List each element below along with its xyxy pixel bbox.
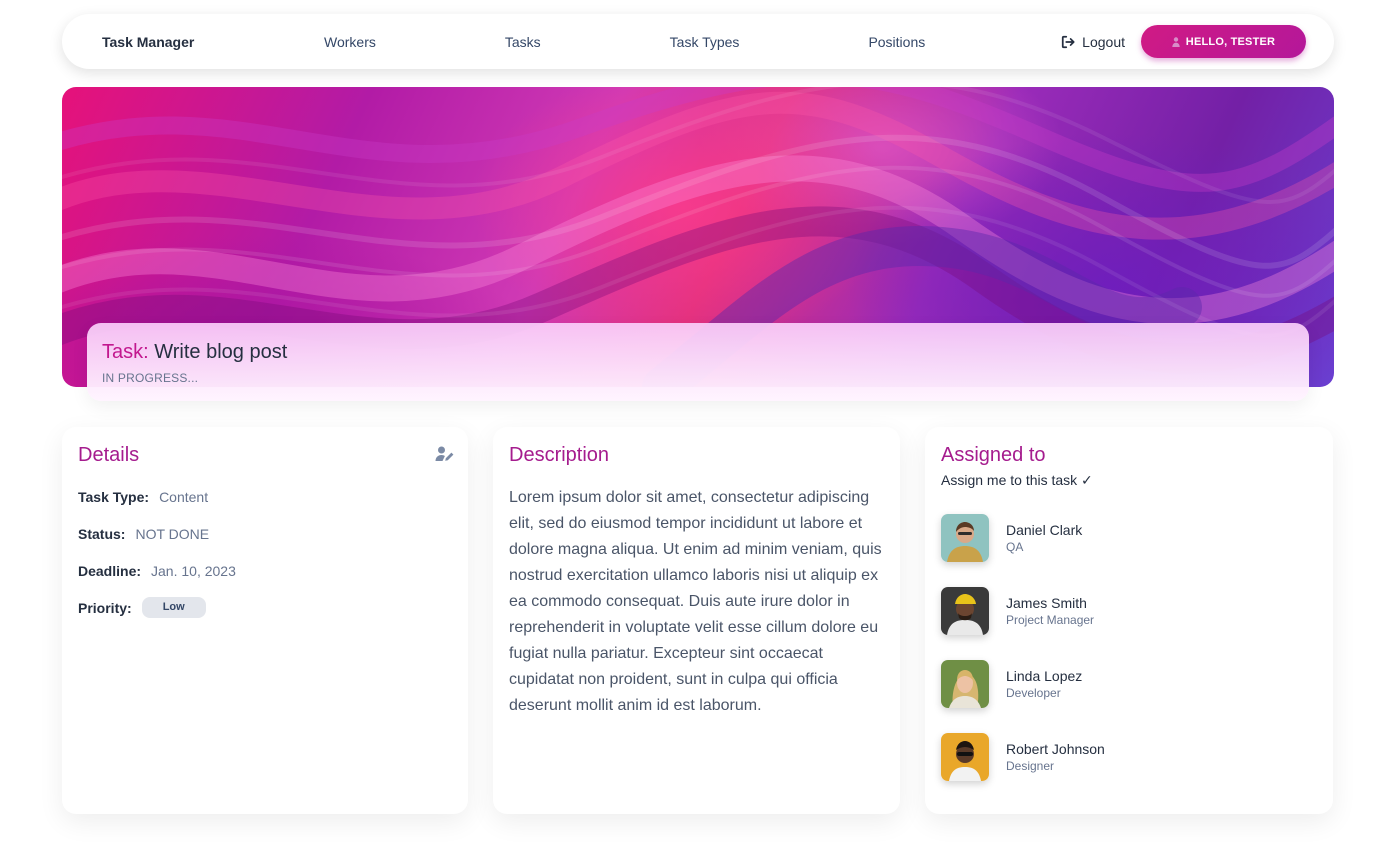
assignee-info: Daniel Clark QA xyxy=(1006,521,1082,556)
assignee-item[interactable]: Daniel Clark QA xyxy=(941,514,1317,562)
detail-row-task-type: Task Type: Content xyxy=(78,485,452,508)
user-greeting-label: HELLO, TESTER xyxy=(1185,35,1276,48)
assignee-name: Robert Johnson xyxy=(1006,740,1105,757)
avatar-photo-linda xyxy=(941,660,989,708)
assignee-name: James Smith xyxy=(1006,594,1087,611)
assigned-card: Assigned to Assign me to this task ✓ Dan… xyxy=(925,427,1333,814)
detail-value: Jan. 10, 2023 xyxy=(151,562,236,579)
assignee-name: Daniel Clark xyxy=(1006,521,1083,538)
assigned-heading: Assigned to xyxy=(941,444,1046,466)
user-icon xyxy=(1172,36,1180,47)
assign-me-link[interactable]: Assign me to this task ✓ xyxy=(941,472,1317,489)
nav-links: Workers Tasks Task Types Positions xyxy=(272,34,1061,50)
details-heading: Details xyxy=(78,444,140,466)
nav-link-workers[interactable]: Workers xyxy=(324,34,376,50)
avatar xyxy=(941,514,989,562)
brand-link[interactable]: Task Manager xyxy=(102,34,272,50)
avatar-photo-daniel xyxy=(941,514,989,562)
assignee-info: Robert Johnson Designer xyxy=(1006,740,1105,775)
detail-key: Task Type: xyxy=(78,488,150,505)
avatar xyxy=(941,587,989,635)
detail-row-priority: Priority: Low xyxy=(78,596,452,619)
task-header-card: Task: Write blog post IN PROGRESS... xyxy=(87,323,1309,401)
priority-badge: Low xyxy=(141,597,206,618)
nav-link-positions[interactable]: Positions xyxy=(868,34,925,50)
assignee-item[interactable]: Robert Johnson Designer xyxy=(941,733,1317,781)
description-card: Description Lorem ipsum dolor sit amet, … xyxy=(493,427,900,814)
logout-label: Logout xyxy=(1082,33,1125,50)
assignee-role: Project Manager xyxy=(1006,612,1095,627)
detail-key: Priority: xyxy=(78,599,132,616)
assignee-role: QA xyxy=(1006,539,1024,554)
user-edit-icon[interactable] xyxy=(435,446,454,462)
logout-link[interactable]: Logout xyxy=(1061,34,1125,50)
assignee-name: Linda Lopez xyxy=(1006,667,1083,684)
assignee-item[interactable]: Linda Lopez Developer xyxy=(941,660,1317,708)
assignee-role: Developer xyxy=(1006,685,1061,700)
sign-out-icon xyxy=(1062,35,1075,48)
details-card: Details Task Type: Content Status: NOT D… xyxy=(62,427,468,814)
nav-link-task-types[interactable]: Task Types xyxy=(670,34,740,50)
detail-row-status: Status: NOT DONE xyxy=(78,522,452,545)
avatar-photo-robert xyxy=(941,733,989,781)
avatar xyxy=(941,660,989,708)
detail-value: NOT DONE xyxy=(135,525,210,542)
user-greeting-button[interactable]: HELLO, TESTER xyxy=(1141,25,1306,58)
detail-key: Deadline: xyxy=(78,562,142,579)
assignee-info: Linda Lopez Developer xyxy=(1006,667,1082,702)
task-title: Task: Write blog post xyxy=(102,340,1294,364)
task-title-value: Write blog post xyxy=(154,341,288,363)
avatar-photo-james xyxy=(941,587,989,635)
detail-value: Content xyxy=(159,488,209,505)
assignee-info: James Smith Project Manager xyxy=(1006,594,1094,629)
description-text: Lorem ipsum dolor sit amet, consectetur … xyxy=(509,489,882,714)
detail-key: Status: xyxy=(78,525,126,542)
assignee-item[interactable]: James Smith Project Manager xyxy=(941,587,1317,635)
description-heading: Description xyxy=(509,444,610,466)
task-progress-status: IN PROGRESS... xyxy=(102,371,199,385)
detail-row-deadline: Deadline: Jan. 10, 2023 xyxy=(78,559,452,582)
task-title-label: Task: xyxy=(102,341,149,363)
nav-link-tasks[interactable]: Tasks xyxy=(505,34,541,50)
navbar: Task Manager Workers Tasks Task Types Po… xyxy=(62,14,1334,69)
avatar xyxy=(941,733,989,781)
assignee-role: Designer xyxy=(1006,758,1055,773)
